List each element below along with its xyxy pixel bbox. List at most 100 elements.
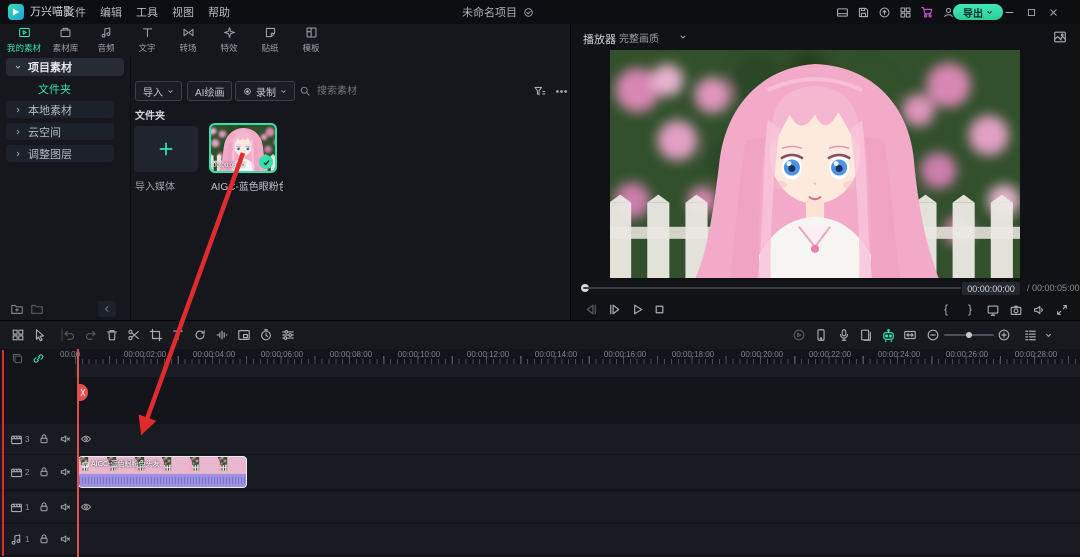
delete-icon[interactable] <box>104 327 120 343</box>
menu-file[interactable]: 文件 <box>64 4 86 20</box>
volume-icon[interactable] <box>1032 303 1046 317</box>
save-icon[interactable] <box>857 6 870 19</box>
track-row-video1[interactable] <box>0 492 1080 522</box>
quality-select[interactable]: 完整画质 <box>619 29 687 45</box>
text-tool-icon[interactable] <box>170 327 186 343</box>
hide-track-icon[interactable] <box>80 501 92 513</box>
new-folder-icon[interactable] <box>10 302 24 316</box>
lock-track-icon[interactable] <box>38 433 50 445</box>
sidebar-item-cloud[interactable]: 云空间 <box>6 123 114 140</box>
tab-text[interactable]: 文字 <box>127 24 168 56</box>
tab-audio[interactable]: 音频 <box>86 24 127 56</box>
hide-track-icon[interactable] <box>80 433 92 445</box>
sidebar-item-adjustment-layer[interactable]: 调整图层 <box>6 145 114 162</box>
ai-paint-button[interactable]: AI绘画 <box>187 81 232 101</box>
timer-icon[interactable] <box>258 327 274 343</box>
playhead[interactable] <box>77 349 79 557</box>
export-button[interactable]: 导出 <box>953 4 1003 20</box>
timeline-clip[interactable]: AIGC-蓝色眼粉色头发... <box>78 456 247 488</box>
filter-icon[interactable] <box>533 85 546 98</box>
track-manager-caret-icon[interactable] <box>1040 327 1056 343</box>
adjust-sliders-icon[interactable] <box>280 327 296 343</box>
transition-icon <box>182 26 195 39</box>
update-icon[interactable] <box>878 6 891 19</box>
link-clips-icon[interactable] <box>32 352 45 365</box>
minimize-icon[interactable] <box>1004 7 1015 18</box>
menu-help[interactable]: 帮助 <box>208 4 230 20</box>
track-row-video3[interactable] <box>0 424 1080 454</box>
lock-track-icon[interactable] <box>38 466 50 478</box>
ai-assistant-icon[interactable] <box>880 327 896 343</box>
playhead-handle[interactable] <box>79 384 88 401</box>
undo-icon[interactable] <box>61 327 77 343</box>
sidebar-item-project-media[interactable]: 项目素材 <box>6 58 124 76</box>
media-browser-icon[interactable] <box>10 327 26 343</box>
phone-export-icon[interactable] <box>813 327 829 343</box>
more-options-icon[interactable] <box>555 85 568 98</box>
sidebar-item-folder[interactable]: 文件夹 <box>38 81 71 97</box>
track-row-audio1[interactable] <box>0 524 1080 554</box>
zoom-out-icon[interactable] <box>925 327 941 343</box>
seek-bar[interactable] <box>583 287 961 289</box>
maximize-icon[interactable] <box>1026 7 1037 18</box>
menu-tools[interactable]: 工具 <box>136 4 158 20</box>
apps-grid-icon[interactable] <box>899 6 912 19</box>
menu-view[interactable]: 视图 <box>172 4 194 20</box>
lock-track-icon[interactable] <box>38 533 50 545</box>
cart-icon[interactable] <box>920 5 934 19</box>
redo-icon[interactable] <box>83 327 99 343</box>
lock-track-icon[interactable] <box>38 501 50 513</box>
tab-my-media[interactable]: 我的素材 <box>4 24 45 56</box>
stop-icon[interactable] <box>652 302 667 317</box>
play-icon[interactable] <box>630 302 645 317</box>
delete-folder-icon[interactable] <box>30 302 44 316</box>
import-button[interactable]: 导入 <box>135 81 182 101</box>
fit-timeline-icon[interactable] <box>902 327 918 343</box>
sidebar-item-local-media[interactable]: 本地素材 <box>6 101 114 118</box>
marker-note-icon[interactable] <box>858 327 874 343</box>
mute-track-icon[interactable] <box>59 533 71 545</box>
voiceover-mic-icon[interactable] <box>836 327 852 343</box>
snapshot-camera-icon[interactable] <box>1009 303 1023 317</box>
zoom-slider-handle[interactable] <box>966 332 972 338</box>
mute-track-icon[interactable] <box>59 433 71 445</box>
mark-out-icon[interactable]: } <box>968 302 972 316</box>
mute-track-icon[interactable] <box>59 466 71 478</box>
next-frame-icon[interactable] <box>607 302 622 317</box>
tab-templates[interactable]: 模板 <box>291 24 332 56</box>
speed-ramp-icon[interactable] <box>192 327 208 343</box>
marker-strip[interactable] <box>75 364 1080 377</box>
color-scope-icon[interactable] <box>1053 30 1067 44</box>
app-logo-icon[interactable] <box>8 4 24 20</box>
search-input[interactable] <box>315 81 469 101</box>
crop-icon[interactable] <box>148 327 164 343</box>
stock-icon <box>59 26 72 39</box>
layout-icon[interactable] <box>836 6 849 19</box>
zoom-in-icon[interactable] <box>996 327 1012 343</box>
track-manager-icon[interactable] <box>1022 327 1038 343</box>
mute-track-icon[interactable] <box>59 501 71 513</box>
tab-stock-library[interactable]: 素材库 <box>45 24 86 56</box>
menu-edit[interactable]: 编辑 <box>100 4 122 20</box>
split-scissors-icon[interactable] <box>126 327 142 343</box>
tab-transition[interactable]: 转场 <box>168 24 209 56</box>
preview-video[interactable] <box>610 50 1020 278</box>
render-preview-icon[interactable] <box>791 327 807 343</box>
mark-in-icon[interactable]: { <box>944 302 948 316</box>
collapse-sidebar-icon[interactable] <box>98 301 116 317</box>
record-button[interactable]: 录制 <box>235 81 295 101</box>
voice-effect-icon[interactable] <box>214 327 230 343</box>
tab-stickers[interactable]: 贴纸 <box>250 24 291 56</box>
effects-icon <box>223 26 236 39</box>
fullscreen-icon[interactable] <box>1055 303 1069 317</box>
media-panel: 我的素材 素材库 音频 文字 转场 特效 <box>0 24 571 321</box>
close-icon[interactable] <box>1048 7 1059 18</box>
media-asset-thumbnail[interactable]: 00:00:05:00 <box>211 125 275 171</box>
mirror-display-icon[interactable] <box>986 303 1000 317</box>
copy-icon[interactable] <box>11 352 24 365</box>
import-media-tile[interactable] <box>134 126 198 172</box>
select-tool-icon[interactable] <box>32 327 48 343</box>
previous-frame-icon[interactable] <box>584 302 599 317</box>
tab-effects[interactable]: 特效 <box>209 24 250 56</box>
pip-icon[interactable] <box>236 327 252 343</box>
